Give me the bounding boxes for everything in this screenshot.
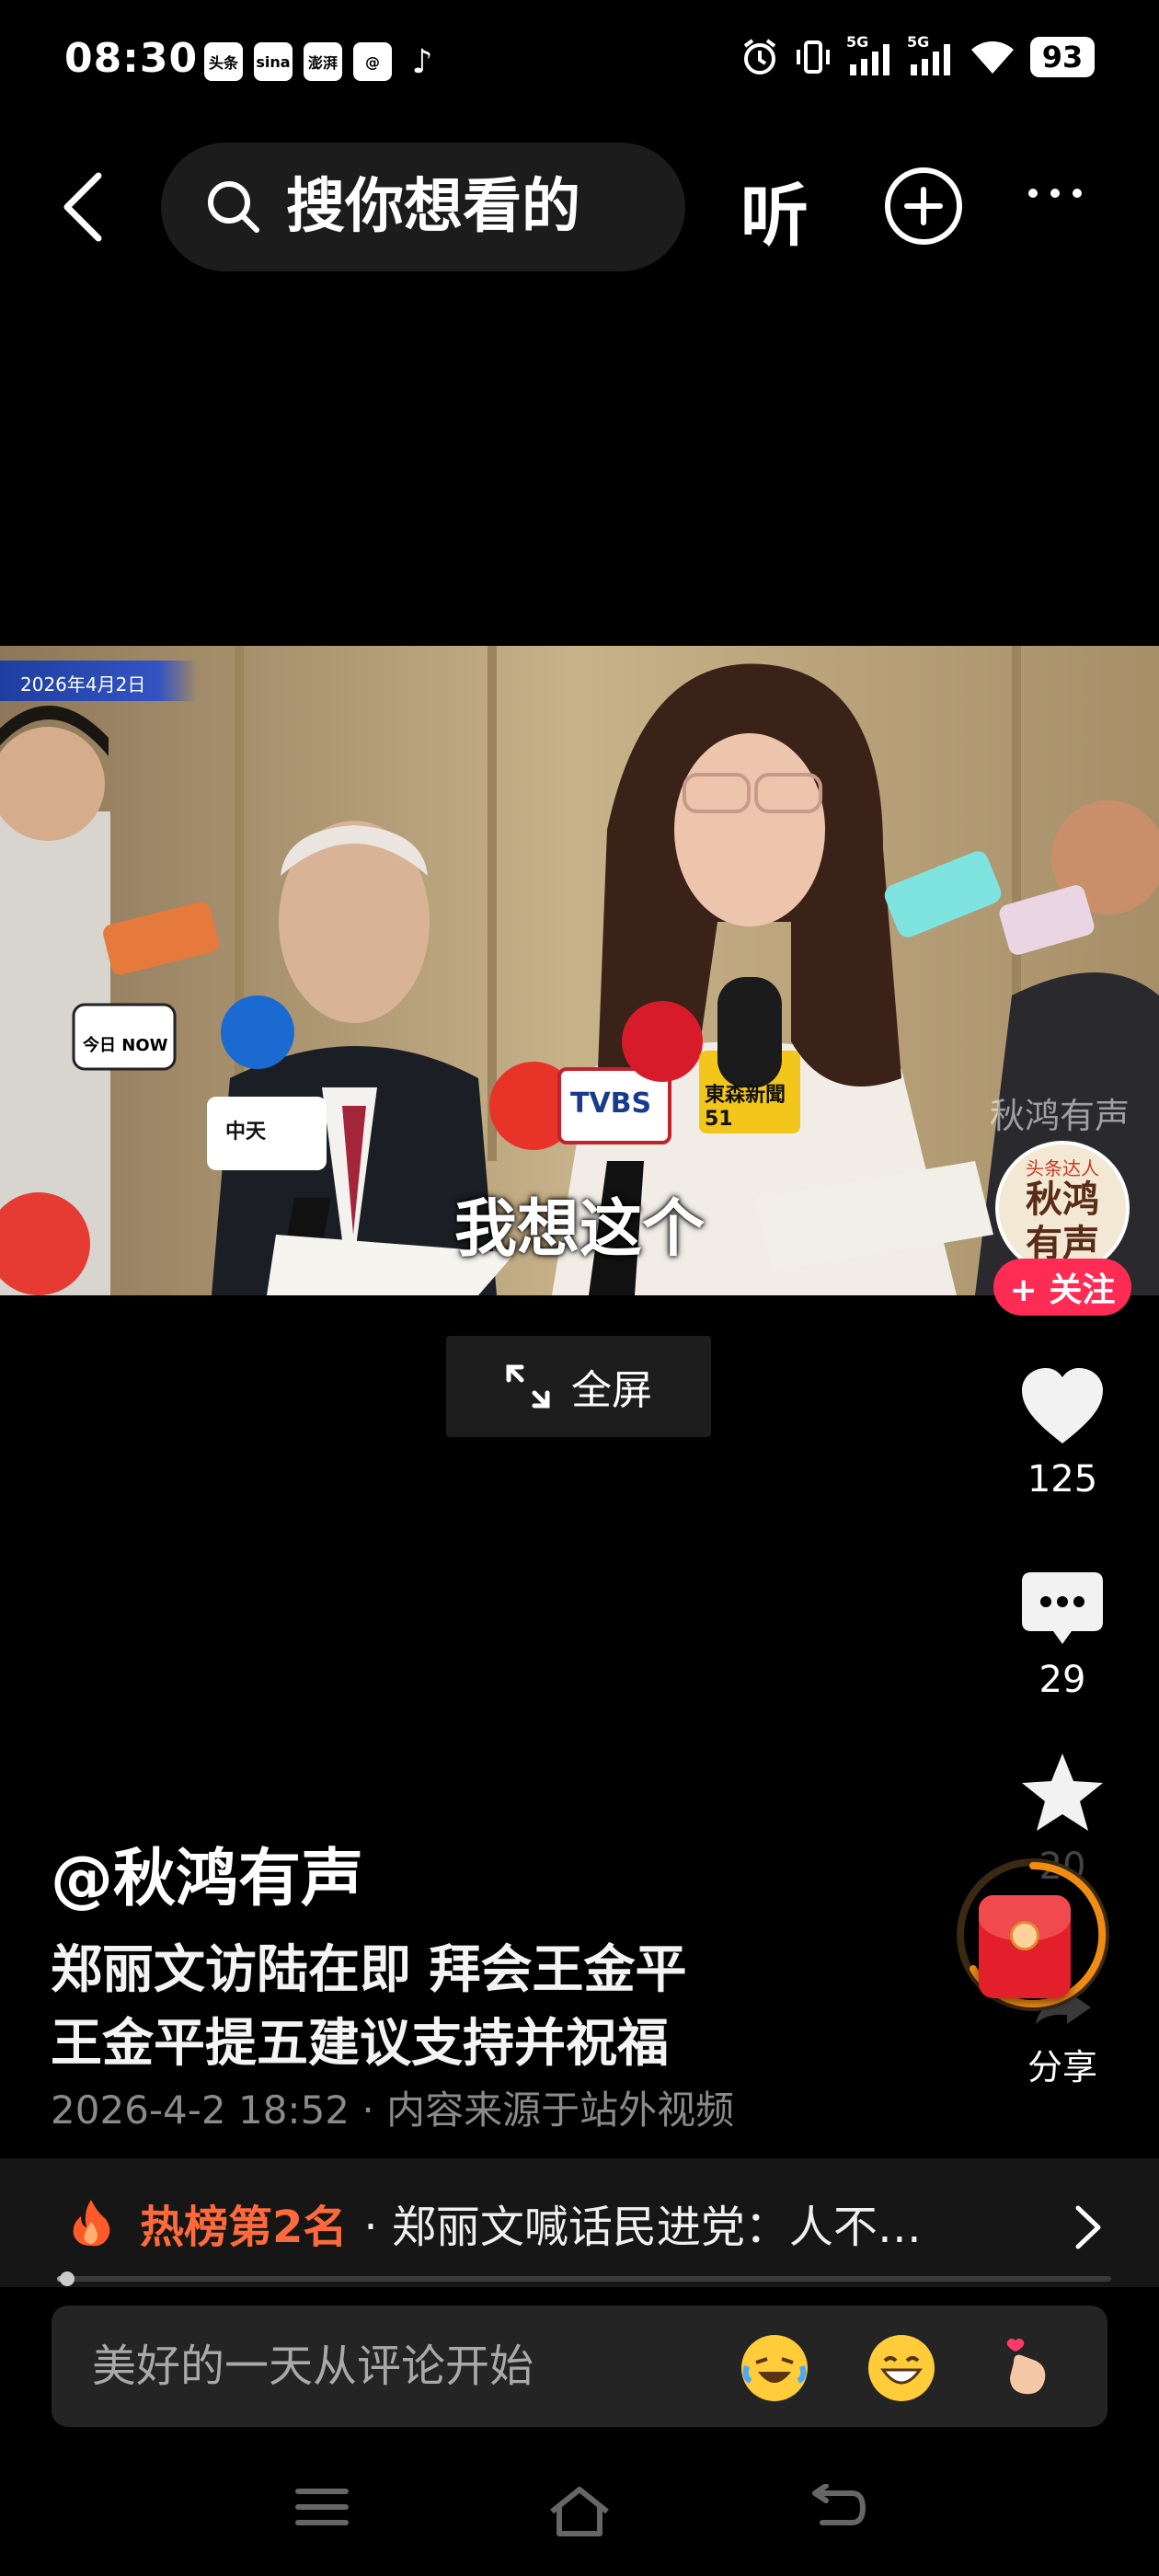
mic-label-3: 東森新聞51 bbox=[705, 1084, 786, 1131]
avatar-name: 秋鸿有声 bbox=[1026, 1178, 1099, 1265]
post-title-line-1: 郑丽文访陆在即 拜会王金平 bbox=[51, 1940, 687, 2000]
comment-button[interactable]: 29 bbox=[993, 1569, 1131, 1701]
follow-button[interactable]: + 关注 bbox=[993, 1259, 1131, 1316]
share-label: 分享 bbox=[1027, 2047, 1097, 2087]
mic-label-2: TVBS bbox=[570, 1087, 652, 1120]
heart-icon bbox=[1022, 1368, 1103, 1443]
plus-icon bbox=[904, 187, 943, 225]
menu-icon bbox=[295, 2489, 349, 2525]
expand-icon bbox=[506, 1364, 550, 1409]
comment-bar[interactable] bbox=[52, 2306, 1107, 2427]
sina-app-icon: sina bbox=[254, 42, 293, 81]
search-box[interactable] bbox=[161, 143, 685, 271]
listen-button[interactable]: 听 bbox=[740, 161, 809, 259]
video-watermark: 秋鸿有声 bbox=[990, 1096, 1130, 1136]
mic-label-1: 今日 NOW bbox=[83, 1036, 168, 1055]
menu-nav-button[interactable] bbox=[294, 2484, 350, 2534]
like-button[interactable]: 125 bbox=[993, 1366, 1131, 1501]
top-nav: 听 bbox=[0, 143, 1159, 271]
avatar-badge-text: 头条达人 bbox=[1026, 1157, 1099, 1179]
more-button[interactable] bbox=[1028, 189, 1082, 198]
thepaper-app-icon: 澎湃 bbox=[304, 42, 342, 81]
system-nav-bar bbox=[0, 2466, 1159, 2558]
hot-rank: 热榜第2名 bbox=[140, 2202, 348, 2253]
home-icon bbox=[550, 2487, 609, 2536]
status-time: 08:30 bbox=[64, 35, 199, 82]
search-input[interactable] bbox=[286, 173, 672, 241]
laughing-crying-emoji-icon[interactable] bbox=[741, 2335, 808, 2401]
author-avatar[interactable]: 头条达人 秋鸿有声 bbox=[995, 1141, 1130, 1275]
video-player[interactable]: 2026年4月2日 今日 NOW TVBS 東森新聞51 中天 秋鸿有声 我想这… bbox=[0, 646, 1159, 1295]
mic-label-4: 中天 bbox=[225, 1121, 267, 1144]
return-icon bbox=[812, 2483, 866, 2525]
hot-headline: · 郑丽文喊话民进党：人不… bbox=[363, 2202, 922, 2253]
like-count: 125 bbox=[1027, 1458, 1098, 1501]
back-nav-button[interactable] bbox=[809, 2483, 868, 2539]
add-button[interactable] bbox=[885, 167, 962, 245]
comment-count: 29 bbox=[1039, 1659, 1086, 1701]
redpacket-icon[interactable] bbox=[979, 1895, 1071, 1998]
fullscreen-button[interactable]: 全屏 bbox=[446, 1336, 711, 1437]
tiktok-app-icon: ♪ bbox=[411, 42, 433, 81]
alarm-icon bbox=[743, 39, 776, 75]
comment-input[interactable] bbox=[92, 2340, 717, 2392]
wifi-icon bbox=[971, 41, 1014, 74]
signal-5g-1: 5G bbox=[846, 33, 894, 77]
hot-list-bar[interactable]: 热榜第2名 · 郑丽文喊话民进党：人不… bbox=[0, 2158, 1159, 2287]
author-name[interactable]: @秋鸿有声 bbox=[51, 1827, 363, 1918]
post-title-line-2: 王金平提五建议支持并祝福 bbox=[51, 2014, 669, 2074]
status-bar: 08:30 头条 sina 澎湃 @ ♪ 5G 5G 93 bbox=[0, 0, 1159, 129]
home-nav-button[interactable] bbox=[546, 2484, 613, 2543]
star-icon bbox=[1022, 1754, 1103, 1831]
finger-heart-emoji-icon[interactable] bbox=[995, 2335, 1061, 2401]
comment-icon bbox=[1022, 1572, 1103, 1644]
battery-indicator: 93 bbox=[1030, 37, 1095, 77]
chevron-right-icon bbox=[1075, 2205, 1101, 2249]
status-indicators: 5G 5G 93 bbox=[740, 33, 1095, 77]
search-icon bbox=[208, 181, 259, 233]
fullscreen-label: 全屏 bbox=[571, 1367, 652, 1414]
vibrate-icon bbox=[797, 40, 830, 74]
video-date-stamp: 2026年4月2日 bbox=[0, 661, 198, 701]
grinning-emoji-icon[interactable] bbox=[868, 2335, 935, 2401]
post-meta: 2026-4-2 18:52 · 内容来源于站外视频 bbox=[51, 2087, 735, 2133]
back-button[interactable] bbox=[51, 170, 115, 244]
video-progress-bar[interactable] bbox=[57, 2271, 1111, 2286]
video-subtitle: 我想这个 bbox=[453, 1193, 705, 1266]
weibo-app-icon: @ bbox=[353, 42, 392, 81]
toutiao-app-icon: 头条 bbox=[204, 42, 243, 81]
notification-app-icons: 头条 sina 澎湃 @ ♪ bbox=[204, 42, 442, 81]
fire-icon bbox=[73, 2200, 110, 2247]
back-arrow-icon bbox=[63, 172, 102, 242]
signal-5g-2: 5G bbox=[907, 33, 955, 77]
